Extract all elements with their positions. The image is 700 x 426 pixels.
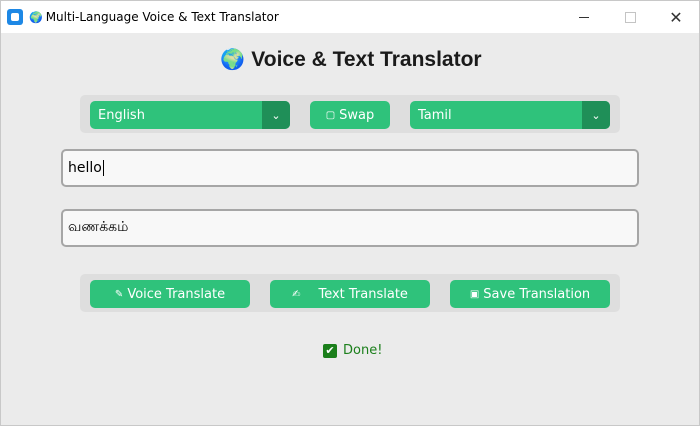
input-text-field[interactable]: hello xyxy=(61,149,639,187)
save-translation-button[interactable]: ▣ Save Translation xyxy=(450,280,610,308)
text-translate-label: Text Translate xyxy=(318,286,408,302)
text-translate-button[interactable]: ✍ Text Translate xyxy=(270,280,430,308)
app-icon xyxy=(7,9,23,25)
close-icon: ✕ xyxy=(669,7,683,27)
maximize-button[interactable] xyxy=(607,1,653,33)
window-controls: ✕ xyxy=(561,1,699,33)
swap-label: Swap xyxy=(339,107,375,123)
save-translation-label: Save Translation xyxy=(483,286,591,302)
status-text: Done! xyxy=(343,343,383,358)
source-language-value: English xyxy=(98,107,145,123)
maximize-icon xyxy=(624,11,636,23)
target-language-value: Tamil xyxy=(418,107,452,123)
close-button[interactable]: ✕ xyxy=(653,1,699,33)
chevron-down-icon[interactable]: ⌄ xyxy=(582,101,610,129)
output-text-field[interactable]: வணக்கம் xyxy=(61,209,639,247)
language-panel: English ⌄ ▢ Swap Tamil ⌄ xyxy=(80,95,620,133)
app-window: 🌍 Multi-Language Voice & Text Translator… xyxy=(0,0,700,426)
save-icon: ▣ xyxy=(469,288,480,300)
microphone-icon: ✎ xyxy=(114,288,124,300)
target-language-dropdown[interactable]: Tamil ⌄ xyxy=(410,101,610,129)
minimize-icon xyxy=(579,16,589,18)
status-message: ✔ Done! xyxy=(323,343,382,358)
globe-icon: 🌍 xyxy=(29,10,43,24)
minimize-button[interactable] xyxy=(561,1,607,33)
voice-translate-button[interactable]: ✎ Voice Translate xyxy=(90,280,250,308)
window-title: Multi-Language Voice & Text Translator xyxy=(45,10,279,24)
chevron-down-icon[interactable]: ⌄ xyxy=(262,101,290,129)
page-title: 🌍 Voice & Text Translator xyxy=(1,47,700,72)
action-panel: ✎ Voice Translate ✍ Text Translate ▣ Sav… xyxy=(80,274,620,312)
globe-icon: 🌍 xyxy=(220,49,246,71)
input-text-value: hello xyxy=(68,160,102,176)
voice-translate-label: Voice Translate xyxy=(127,286,226,302)
check-icon: ✔ xyxy=(323,343,337,358)
output-text-value: வணக்கம் xyxy=(68,219,129,235)
title-bar: 🌍 Multi-Language Voice & Text Translator… xyxy=(1,1,699,33)
page-title-text: Voice & Text Translator xyxy=(251,48,482,71)
source-language-dropdown[interactable]: English ⌄ xyxy=(90,101,290,129)
text-icon: ✍ xyxy=(292,288,301,300)
swap-icon: ▢ xyxy=(325,109,336,121)
text-caret xyxy=(102,160,104,176)
swap-button[interactable]: ▢ Swap xyxy=(310,101,390,129)
